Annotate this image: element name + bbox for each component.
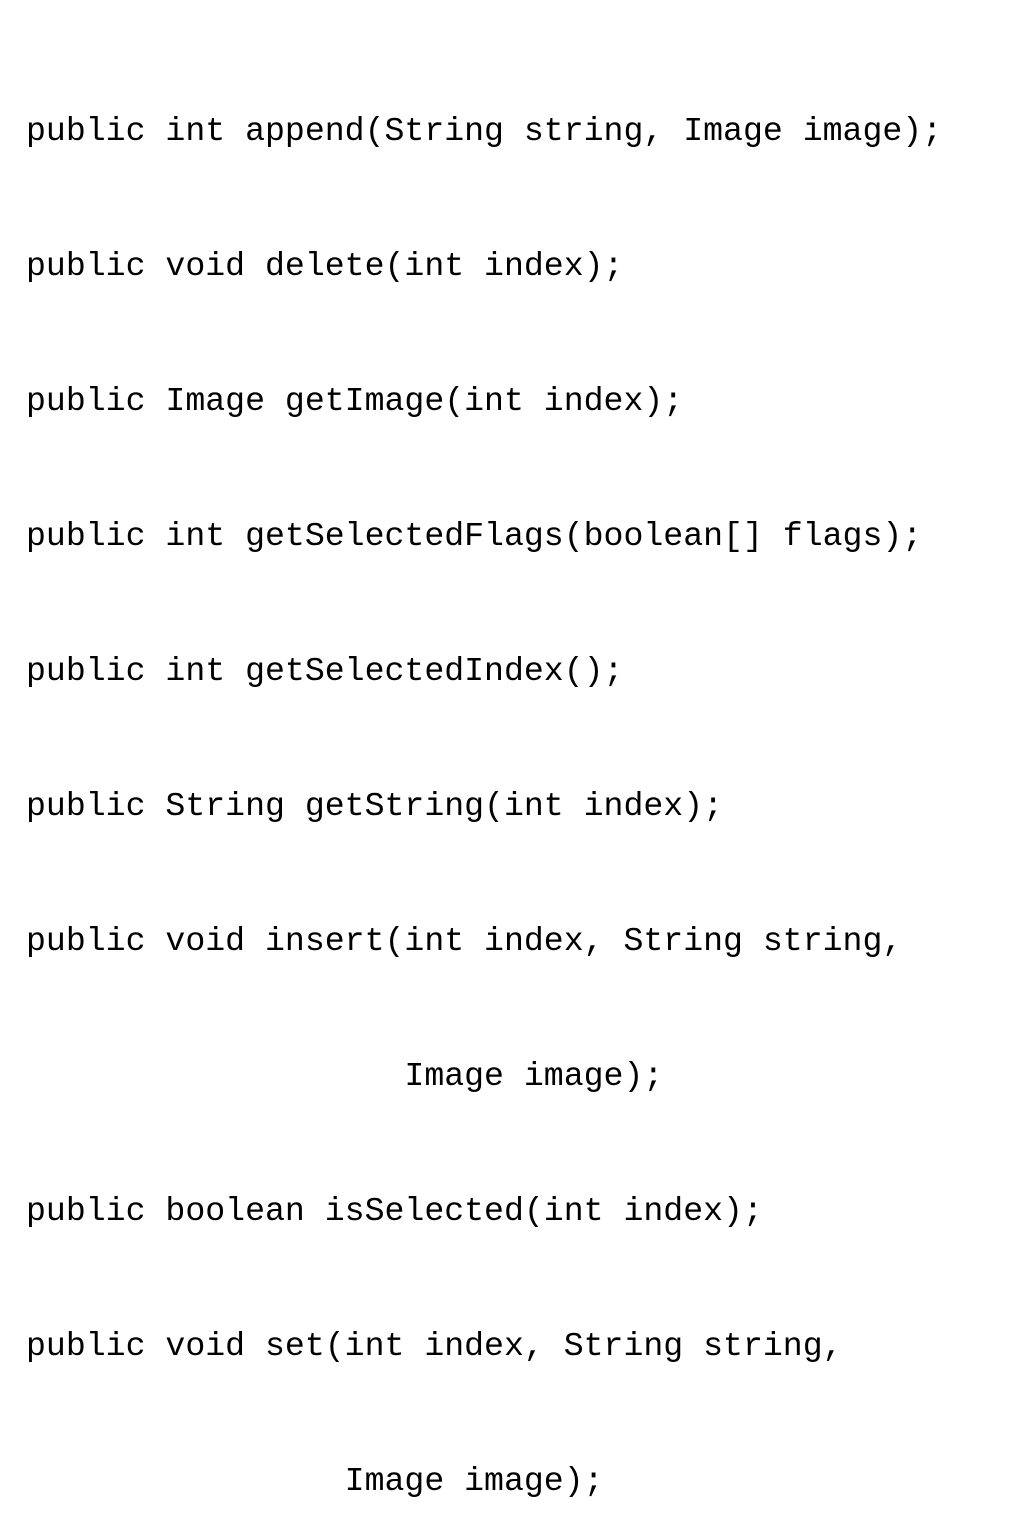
code-line: public int getSelectedIndex(); <box>26 652 624 690</box>
code-line: public int append(String string, Image i… <box>26 112 943 150</box>
slide-canvas: public int append(String string, Image i… <box>0 0 1024 1500</box>
code-line: public boolean isSelected(int index); <box>26 1192 763 1230</box>
code-line-continuation: Image image); <box>26 1057 664 1095</box>
code-line: public String getString(int index); <box>26 787 724 825</box>
code-listing: public int append(String string, Image i… <box>26 19 1016 1536</box>
code-line-continuation: Image image); <box>26 1462 604 1500</box>
code-line: public void set(int index, String string… <box>26 1327 843 1365</box>
code-line: public int getSelectedFlags(boolean[] fl… <box>26 517 923 555</box>
code-line: public void insert(int index, String str… <box>26 922 903 960</box>
code-line: public Image getImage(int index); <box>26 382 684 420</box>
code-line: public void delete(int index); <box>26 247 624 285</box>
